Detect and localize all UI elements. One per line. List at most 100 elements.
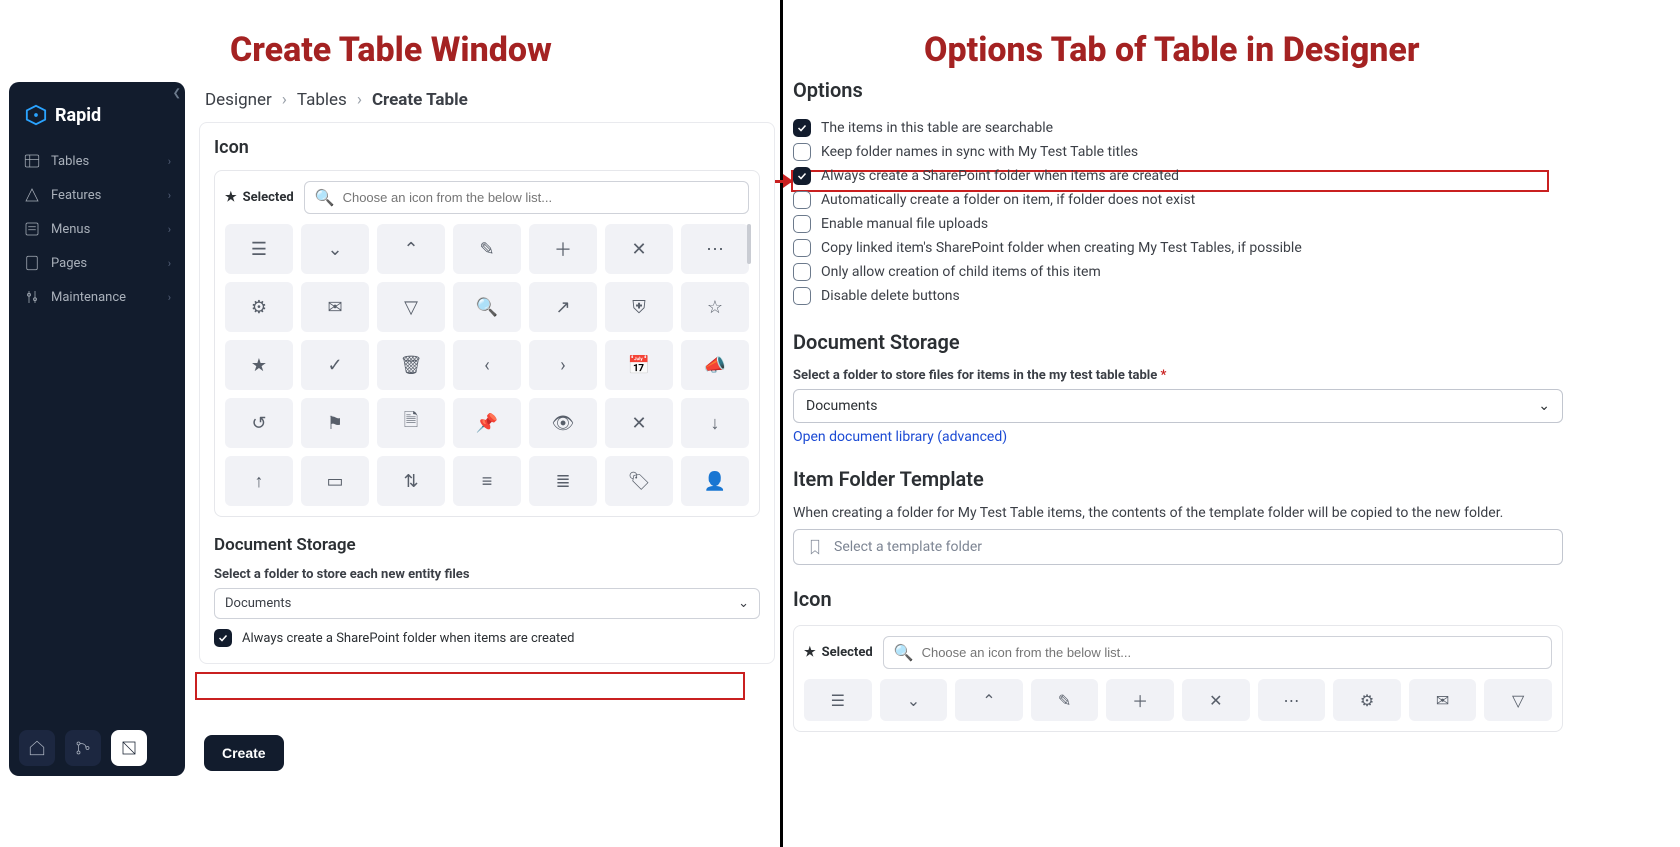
chevron-left-icon[interactable]: ‹ bbox=[453, 340, 521, 390]
option-label: Automatically create a folder on item, i… bbox=[821, 192, 1195, 208]
icon-search-input[interactable]: 🔍 bbox=[304, 181, 749, 214]
option-keep-sync[interactable]: Keep folder names in sync with My Test T… bbox=[793, 140, 1563, 164]
chevron-right-icon: › bbox=[168, 155, 171, 168]
chevron-right-icon[interactable]: › bbox=[529, 340, 597, 390]
checkbox[interactable] bbox=[793, 143, 811, 161]
x-icon[interactable]: ✕ bbox=[605, 398, 673, 448]
always-create-folder-label: Always create a SharePoint folder when i… bbox=[242, 631, 575, 646]
more-icon[interactable]: ⋯ bbox=[1258, 679, 1326, 721]
icon-search-field[interactable] bbox=[922, 645, 1541, 660]
checkbox[interactable] bbox=[793, 263, 811, 281]
folder-dropdown[interactable]: Documents ⌄ bbox=[214, 588, 760, 619]
create-button[interactable]: Create bbox=[204, 735, 284, 771]
filter-icon[interactable]: ▽ bbox=[1484, 679, 1552, 721]
sidebar-collapse-icon[interactable]: ❮ bbox=[173, 88, 181, 99]
pin-icon[interactable]: 📌 bbox=[453, 398, 521, 448]
option-always-create[interactable]: Always create a SharePoint folder when i… bbox=[793, 164, 1563, 188]
checkbox[interactable] bbox=[793, 119, 811, 137]
megaphone-icon[interactable]: 📣 bbox=[681, 340, 749, 390]
grid-scrollbar[interactable] bbox=[747, 224, 751, 544]
doc-storage-dropdown[interactable]: Documents ⌄ bbox=[793, 389, 1563, 423]
filter-icon[interactable]: ▽ bbox=[377, 282, 445, 332]
user-icon[interactable]: 👤 bbox=[681, 456, 749, 506]
chevron-down-icon[interactable]: ⌄ bbox=[880, 679, 948, 721]
check-icon[interactable]: ✓ bbox=[301, 340, 369, 390]
mail-icon[interactable]: ✉ bbox=[301, 282, 369, 332]
option-copy-linked[interactable]: Copy linked item's SharePoint folder whe… bbox=[793, 236, 1563, 260]
align-center-icon[interactable]: ≡ bbox=[453, 456, 521, 506]
close-icon[interactable]: ✕ bbox=[605, 224, 673, 274]
upload-icon[interactable]: ↑ bbox=[225, 456, 293, 506]
right-icon-section-title: Icon bbox=[793, 587, 1563, 611]
table-icon bbox=[23, 152, 41, 170]
checkbox[interactable] bbox=[793, 167, 811, 185]
doc-storage-field-label: Select a folder to store files for items… bbox=[793, 368, 1563, 383]
chevron-up-icon[interactable]: ⌃ bbox=[955, 679, 1023, 721]
sidebar-item-menus[interactable]: Menus› bbox=[9, 212, 185, 246]
option-child-only[interactable]: Only allow creation of child items of th… bbox=[793, 260, 1563, 284]
star-outline-icon[interactable]: ☆ bbox=[681, 282, 749, 332]
chevron-right-icon: › bbox=[282, 90, 287, 110]
tag-icon[interactable]: 🏷 bbox=[605, 456, 673, 506]
breadcrumb: Designer › Tables › Create Table bbox=[199, 82, 775, 122]
more-icon[interactable]: ⋯ bbox=[681, 224, 749, 274]
checkbox[interactable] bbox=[793, 287, 811, 305]
trash-icon[interactable]: 🗑 bbox=[377, 340, 445, 390]
calendar-icon[interactable]: 📅 bbox=[605, 340, 673, 390]
bottombar-home-button[interactable] bbox=[19, 730, 55, 766]
icon-search-field[interactable] bbox=[343, 190, 738, 205]
shield-icon[interactable]: ⛨ bbox=[605, 282, 673, 332]
annotation-box-left bbox=[195, 672, 745, 700]
plus-icon[interactable]: ＋ bbox=[529, 224, 597, 274]
menu-icon[interactable]: ☰ bbox=[225, 224, 293, 274]
flag-icon[interactable]: ⚑ bbox=[301, 398, 369, 448]
align-left-icon[interactable]: ≣ bbox=[529, 456, 597, 506]
icon-search-input-right[interactable]: 🔍 bbox=[883, 636, 1552, 669]
option-disable-delete[interactable]: Disable delete buttons bbox=[793, 284, 1563, 308]
checkbox[interactable] bbox=[793, 191, 811, 209]
file-icon[interactable]: 🗎 bbox=[377, 398, 445, 448]
option-auto-create[interactable]: Automatically create a folder on item, i… bbox=[793, 188, 1563, 212]
folder-dropdown-value: Documents bbox=[225, 596, 291, 611]
selected-label: ★ Selected bbox=[804, 645, 873, 660]
device-icon[interactable]: ▭ bbox=[301, 456, 369, 506]
sidebar-item-features[interactable]: Features› bbox=[9, 178, 185, 212]
brand-logo[interactable]: Rapid bbox=[9, 82, 185, 136]
sort-icon[interactable]: ⇅ bbox=[377, 456, 445, 506]
search-icon[interactable]: 🔍 bbox=[453, 282, 521, 332]
bottombar-branch-button[interactable] bbox=[65, 730, 101, 766]
chevron-up-icon[interactable]: ⌃ bbox=[377, 224, 445, 274]
doc-storage-title: Document Storage bbox=[214, 535, 760, 555]
star-filled-icon[interactable]: ★ bbox=[225, 340, 293, 390]
eye-icon[interactable]: 👁 bbox=[529, 398, 597, 448]
menu-icon[interactable]: ☰ bbox=[804, 679, 872, 721]
undo-icon[interactable]: ↺ bbox=[225, 398, 293, 448]
sidebar-item-maintenance[interactable]: Maintenance› bbox=[9, 280, 185, 314]
mail-icon[interactable]: ✉ bbox=[1409, 679, 1477, 721]
selected-text: Selected bbox=[822, 645, 873, 660]
sidebar: ❮ Rapid Tables› Features› Menus› Pages› bbox=[9, 82, 185, 776]
pencil-icon[interactable]: ✎ bbox=[1031, 679, 1099, 721]
pencil-icon[interactable]: ✎ bbox=[453, 224, 521, 274]
chevron-down-icon[interactable]: ⌄ bbox=[301, 224, 369, 274]
crumb-tables[interactable]: Tables bbox=[297, 90, 347, 110]
sidebar-item-tables[interactable]: Tables› bbox=[9, 144, 185, 178]
sidebar-item-pages[interactable]: Pages› bbox=[9, 246, 185, 280]
chevron-right-icon: › bbox=[168, 189, 171, 202]
always-create-folder-checkbox[interactable] bbox=[214, 629, 232, 647]
bottombar-design-button[interactable] bbox=[111, 730, 147, 766]
gear-icon[interactable]: ⚙ bbox=[225, 282, 293, 332]
template-folder-input[interactable]: Select a template folder bbox=[793, 529, 1563, 565]
checkbox[interactable] bbox=[793, 239, 811, 257]
open-library-link[interactable]: Open document library (advanced) bbox=[793, 429, 1007, 445]
share-icon[interactable]: ↗ bbox=[529, 282, 597, 332]
plus-icon[interactable]: ＋ bbox=[1106, 679, 1174, 721]
gear-icon[interactable]: ⚙ bbox=[1333, 679, 1401, 721]
star-icon: ★ bbox=[225, 190, 237, 205]
option-searchable[interactable]: The items in this table are searchable bbox=[793, 116, 1563, 140]
close-icon[interactable]: ✕ bbox=[1182, 679, 1250, 721]
download-icon[interactable]: ↓ bbox=[681, 398, 749, 448]
checkbox[interactable] bbox=[793, 215, 811, 233]
option-manual-upload[interactable]: Enable manual file uploads bbox=[793, 212, 1563, 236]
crumb-designer[interactable]: Designer bbox=[205, 90, 272, 110]
